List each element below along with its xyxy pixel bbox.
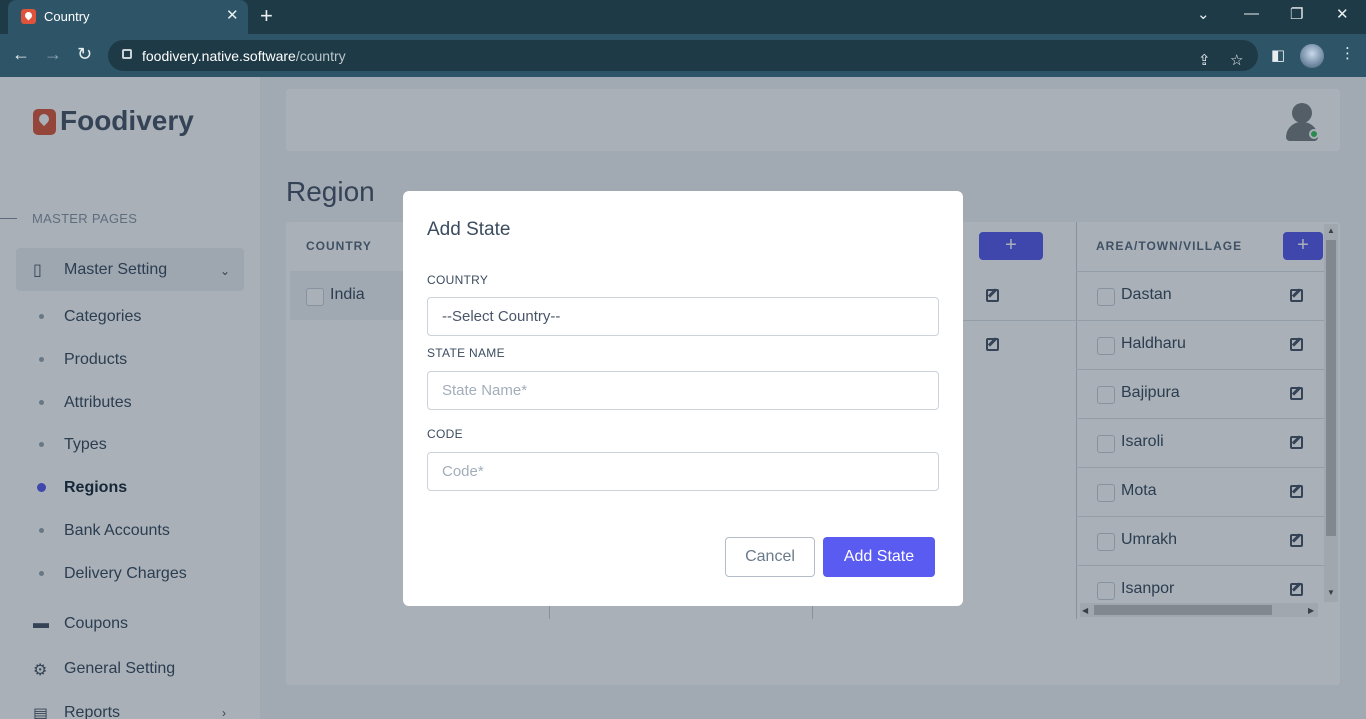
tab-title: Country [44, 9, 90, 24]
sidepanel-icon[interactable]: ◧ [1271, 46, 1285, 64]
menu-icon[interactable]: ⋮ [1340, 44, 1355, 62]
country-select[interactable]: --Select Country-- [427, 297, 939, 336]
country-label: COUNTRY [427, 273, 489, 287]
state-name-input[interactable] [427, 371, 939, 410]
minimize-icon[interactable]: — [1244, 5, 1259, 22]
reload-icon[interactable]: ↻ [77, 44, 92, 65]
cancel-button[interactable]: Cancel [725, 537, 815, 577]
close-tab-icon[interactable]: ✕ [226, 6, 239, 24]
state-name-label: STATE NAME [427, 346, 505, 360]
back-icon[interactable]: ← [12, 44, 30, 65]
url-path: /country [295, 48, 346, 64]
country-select-value: --Select Country-- [442, 308, 561, 325]
new-tab-icon[interactable]: + [260, 3, 273, 29]
address-bar[interactable]: foodivery.native.software/country ⇪ ☆ [108, 40, 1258, 71]
browser-tab-bar: Country ✕ + ⌄ — ❐ ✕ [0, 0, 1366, 34]
modal-title: Add State [427, 219, 511, 240]
profile-avatar[interactable] [1300, 44, 1324, 68]
share-icon[interactable]: ⇪ [1198, 51, 1211, 69]
code-label: CODE [427, 427, 463, 441]
restore-icon[interactable]: ❐ [1290, 5, 1303, 23]
url-text[interactable]: foodivery.native.software/country [142, 48, 346, 64]
lock-icon [122, 49, 132, 59]
add-state-modal: Add State COUNTRY --Select Country-- STA… [403, 191, 963, 606]
favicon-icon [21, 9, 36, 24]
star-icon[interactable]: ☆ [1230, 51, 1243, 69]
close-window-icon[interactable]: ✕ [1336, 5, 1349, 23]
forward-icon[interactable]: → [44, 44, 62, 65]
tab-search-icon[interactable]: ⌄ [1197, 5, 1210, 23]
browser-tab[interactable]: Country ✕ [8, 0, 248, 34]
code-input[interactable] [427, 452, 939, 491]
browser-toolbar: ← → ↻ foodivery.native.software/country … [0, 34, 1366, 77]
url-domain: foodivery.native.software [142, 48, 296, 64]
add-state-button[interactable]: Add State [823, 537, 935, 577]
